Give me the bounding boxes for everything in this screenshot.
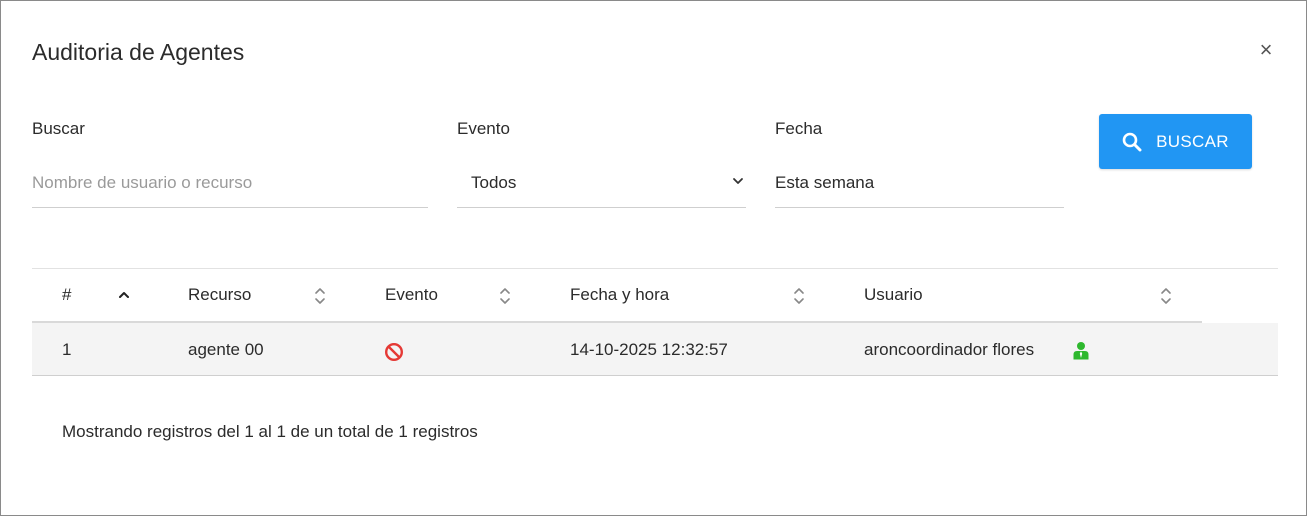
sort-icon[interactable]	[498, 285, 512, 307]
close-icon[interactable]: ×	[1255, 39, 1277, 61]
column-header-resource[interactable]: Recurso	[188, 285, 251, 305]
column-header-user[interactable]: Usuario	[864, 285, 923, 305]
search-label: Buscar	[32, 119, 85, 138]
table-info: Mostrando registros del 1 al 1 de un tot…	[62, 422, 478, 441]
sort-icon[interactable]	[313, 285, 327, 307]
sort-icon[interactable]	[1159, 285, 1173, 307]
chevron-down-icon	[733, 178, 743, 184]
cell-resource: agente 00	[188, 340, 264, 359]
sort-icon[interactable]	[792, 285, 806, 307]
search-icon	[1122, 132, 1142, 151]
event-select-value: Todos	[471, 173, 517, 192]
sort-ascending-icon[interactable]	[117, 285, 131, 307]
search-input[interactable]	[32, 161, 428, 205]
search-field[interactable]	[32, 161, 428, 208]
cell-datetime: 14-10-2025 12:32:57	[570, 340, 728, 359]
audit-modal: Auditoria de Agentes × Buscar Evento Tod…	[0, 0, 1307, 516]
event-select[interactable]: Todos	[457, 161, 746, 208]
blocked-icon	[384, 342, 404, 362]
cell-user: aroncoordinador flores	[864, 340, 1035, 359]
event-label: Evento	[457, 119, 510, 138]
supervisor-user-icon	[1073, 342, 1089, 360]
search-button[interactable]: BUSCAR	[1099, 114, 1252, 169]
column-header-index[interactable]: #	[62, 285, 71, 305]
date-label: Fecha	[775, 119, 823, 138]
search-button-label: BUSCAR	[1156, 131, 1229, 151]
cell-index: 1	[62, 340, 72, 359]
date-field-value: Esta semana	[775, 173, 875, 192]
table-top-border	[32, 268, 1278, 269]
date-field[interactable]: Esta semana	[775, 161, 1064, 208]
column-header-event[interactable]: Evento	[385, 285, 438, 305]
column-header-datetime[interactable]: Fecha y hora	[570, 285, 669, 305]
modal-title: Auditoria de Agentes	[32, 39, 245, 65]
